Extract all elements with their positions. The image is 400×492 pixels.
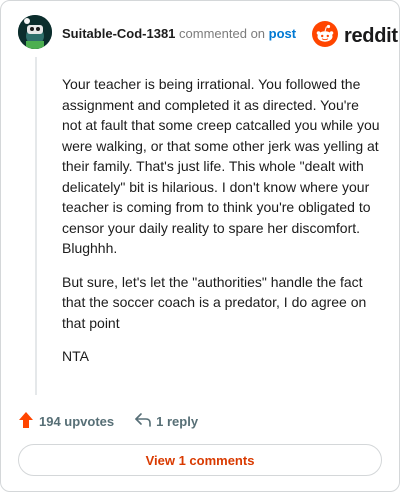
reply-button[interactable]: 1 reply [134, 412, 198, 431]
comment-header: Suitable-Cod-1381 commented on post [62, 26, 296, 41]
thread-line [35, 57, 37, 395]
reddit-wordmark: reddit [344, 25, 398, 47]
commented-on-text: commented on [179, 26, 266, 41]
upvote-count: 194 upvotes [39, 414, 115, 429]
avatar[interactable] [18, 15, 52, 49]
reddit-brand[interactable]: reddit [312, 21, 398, 52]
comment-body: Your teacher is being irrational. You fo… [62, 74, 382, 380]
post-link[interactable]: post [269, 26, 296, 41]
username[interactable]: Suitable-Cod-1381 [62, 26, 175, 41]
reply-arrow-icon [134, 412, 152, 431]
comment-paragraph: Your teacher is being irrational. You fo… [62, 76, 380, 256]
reply-count: 1 reply [156, 414, 199, 429]
comment-card: Suitable-Cod-1381 commented on post redd… [0, 0, 400, 492]
comment-actions: 194 upvotes 1 reply [18, 411, 198, 432]
upvote-arrow-icon [18, 411, 34, 432]
view-comments-button[interactable]: View 1 comments [18, 444, 382, 476]
comment-paragraph: NTA [62, 348, 89, 364]
upvote-button[interactable]: 194 upvotes [18, 411, 114, 432]
comment-paragraph: But sure, let's let the "authorities" ha… [62, 273, 367, 331]
reddit-logo-icon [312, 21, 338, 52]
